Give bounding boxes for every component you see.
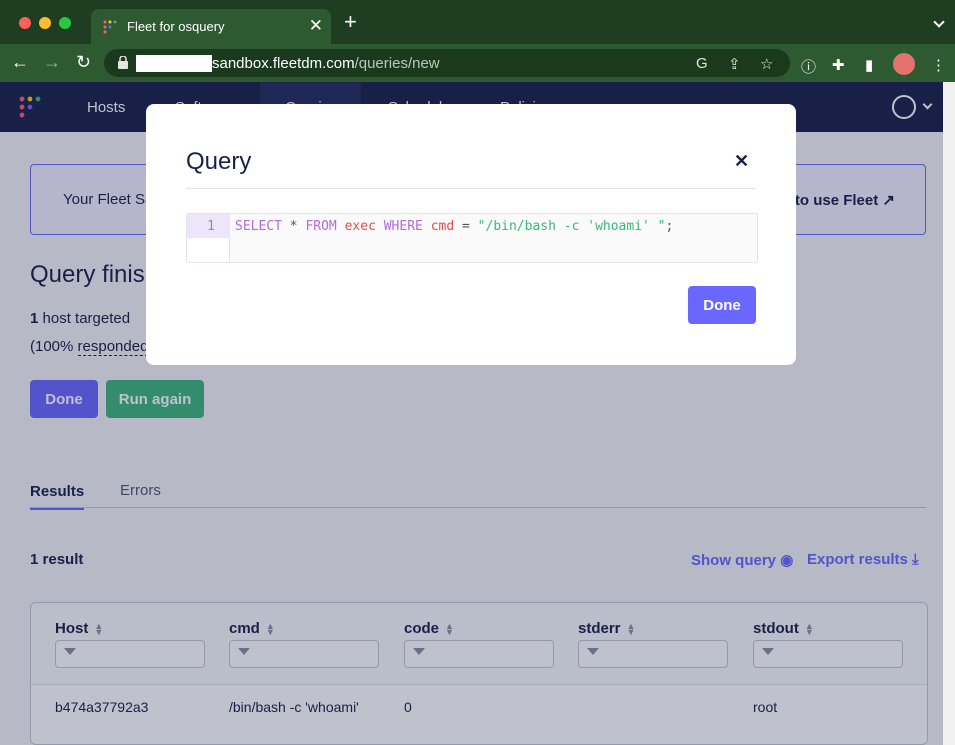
browser-tab-bar: Fleet for osquery ✕ + bbox=[0, 0, 955, 44]
line-number: 1 bbox=[207, 219, 215, 234]
sql-code: SELECT * FROM exec WHERE cmd = "/bin/bas… bbox=[235, 219, 674, 234]
query-modal: Query ✕ 1 SELECT * FROM exec WHERE cmd =… bbox=[146, 104, 796, 365]
new-tab-icon[interactable]: + bbox=[344, 11, 357, 33]
more-menu-icon[interactable]: ⋮ bbox=[931, 56, 946, 74]
sidebar-icon[interactable]: ▮ bbox=[865, 56, 873, 74]
lock-icon bbox=[118, 56, 128, 69]
modal-close-icon[interactable]: ✕ bbox=[734, 151, 749, 172]
extensions-puzzle-icon[interactable]: ✚ bbox=[832, 56, 845, 74]
tab-close-icon[interactable]: ✕ bbox=[309, 16, 323, 36]
redacted-subdomain bbox=[136, 55, 212, 72]
forward-arrow-icon[interactable]: → bbox=[43, 52, 61, 73]
sql-editor[interactable]: 1 SELECT * FROM exec WHERE cmd = "/bin/b… bbox=[186, 213, 758, 263]
browser-toolbar: ← → ↻ sandbox.fleetdm.com/queries/new G … bbox=[0, 44, 955, 82]
editor-gutter: 1 bbox=[187, 214, 230, 262]
google-icon[interactable]: G bbox=[696, 55, 708, 72]
modal-divider bbox=[186, 188, 756, 189]
reload-icon[interactable]: ↻ bbox=[76, 52, 91, 73]
modal-done-button[interactable]: Done bbox=[688, 286, 756, 324]
address-bar[interactable]: sandbox.fleetdm.com/queries/new G ⇪ ☆ bbox=[104, 49, 790, 77]
share-icon[interactable]: ⇪ bbox=[728, 55, 741, 73]
maximize-window-button[interactable] bbox=[59, 17, 71, 29]
tab-menu-chevron-icon[interactable] bbox=[933, 16, 945, 28]
modal-title: Query bbox=[186, 148, 252, 175]
back-arrow-icon[interactable]: ← bbox=[11, 52, 29, 73]
url-text: sandbox.fleetdm.com/queries/new bbox=[212, 55, 440, 72]
password-manager-icon[interactable]: ⓘ bbox=[801, 56, 816, 77]
bookmark-star-icon[interactable]: ☆ bbox=[760, 55, 773, 73]
fleet-favicon-icon bbox=[103, 20, 117, 34]
close-window-button[interactable] bbox=[19, 17, 31, 29]
minimize-window-button[interactable] bbox=[39, 17, 51, 29]
page-scrollbar[interactable] bbox=[943, 82, 955, 745]
profile-avatar[interactable] bbox=[893, 53, 915, 75]
tab-title: Fleet for osquery bbox=[127, 19, 225, 34]
browser-tab[interactable]: Fleet for osquery ✕ bbox=[91, 9, 331, 44]
